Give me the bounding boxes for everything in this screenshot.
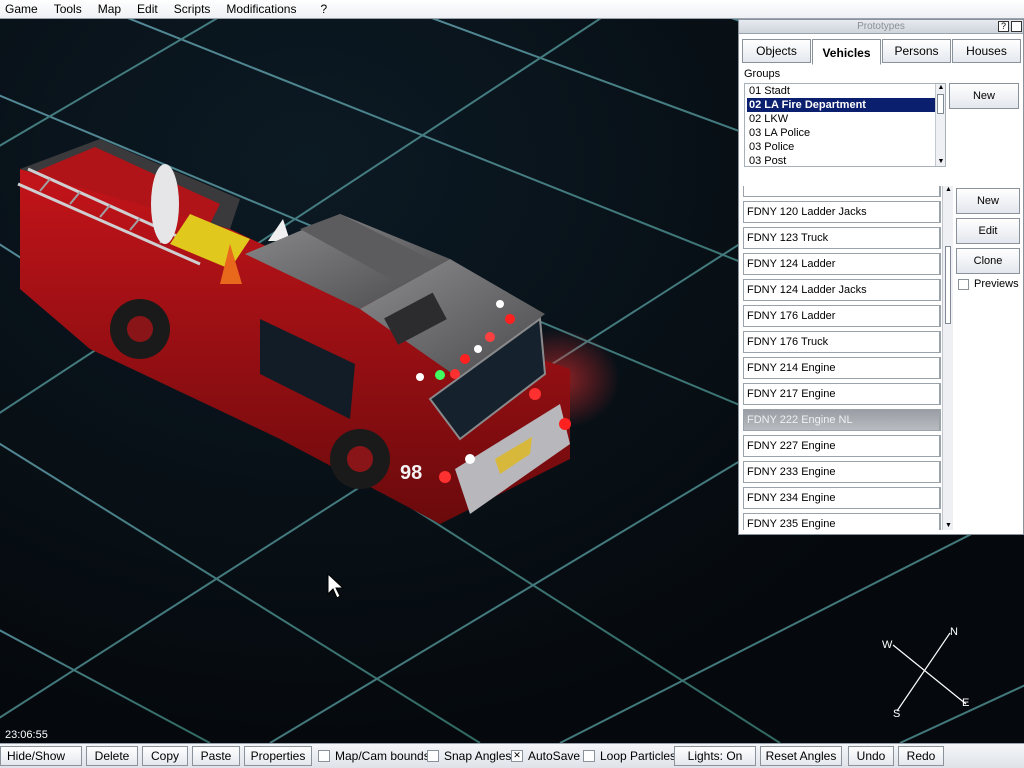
- properties-button[interactable]: Properties: [244, 746, 312, 766]
- close-icon[interactable]: [1011, 21, 1022, 32]
- map-cam-bounds-option[interactable]: Map/Cam bounds: [318, 746, 430, 766]
- list-item[interactable]: FDNY 123 Truck: [743, 227, 941, 249]
- autosave-checkbox[interactable]: ✕: [511, 750, 523, 762]
- new-vehicle-button[interactable]: New: [956, 188, 1020, 214]
- prototypes-panel: Prototypes ? Objects Vehicles Persons Ho…: [738, 19, 1024, 535]
- undo-button[interactable]: Undo: [848, 746, 894, 766]
- menu-help[interactable]: ?: [312, 0, 335, 19]
- menu-modifications[interactable]: Modifications: [218, 0, 304, 19]
- compass-east: E: [962, 697, 970, 709]
- compass-west: W: [882, 639, 893, 651]
- snap-angles-checkbox[interactable]: [427, 750, 439, 762]
- autosave-label: AutoSave: [528, 749, 581, 763]
- delete-button[interactable]: Delete: [86, 746, 138, 766]
- list-item-selected[interactable]: FDNY 222 Engine NL: [743, 409, 941, 431]
- compass-north: N: [950, 626, 958, 638]
- groups-label: Groups: [744, 68, 781, 80]
- menu-game[interactable]: Game: [0, 0, 46, 19]
- menu-bar: Game Tools Map Edit Scripts Modification…: [0, 0, 1024, 19]
- group-item[interactable]: 03 Post: [745, 154, 945, 166]
- reset-angles-button[interactable]: Reset Angles: [760, 746, 842, 766]
- list-item[interactable]: FDNY 227 Engine: [743, 435, 941, 457]
- prototypes-titlebar[interactable]: Prototypes ?: [739, 20, 1023, 34]
- group-item[interactable]: 03 Police: [745, 140, 945, 154]
- tab-objects[interactable]: Objects: [742, 39, 811, 63]
- group-item[interactable]: 01 Stadt: [745, 84, 945, 98]
- list-item[interactable]: FDNY 124 Ladder Jacks: [743, 279, 941, 301]
- list-item[interactable]: FDNY 120 Ladder Jacks: [743, 201, 941, 223]
- scroll-up-icon[interactable]: ▲: [944, 186, 953, 194]
- new-group-button[interactable]: New: [949, 83, 1019, 109]
- list-item[interactable]: FDNY 214 Engine: [743, 357, 941, 379]
- groups-scrollbar[interactable]: ▲ ▼: [935, 84, 945, 166]
- tab-vehicles[interactable]: Vehicles: [812, 39, 881, 65]
- list-item[interactable]: FDNY 235 Engine: [743, 513, 941, 530]
- group-item[interactable]: 02 LKW: [745, 112, 945, 126]
- list-item[interactable]: FDNY 217 Engine: [743, 383, 941, 405]
- menu-scripts[interactable]: Scripts: [166, 0, 219, 19]
- snap-angles-option[interactable]: Snap Angles: [427, 746, 511, 766]
- prototype-tabs: Objects Vehicles Persons Houses: [742, 39, 1022, 65]
- panel-title: Prototypes: [857, 21, 905, 32]
- truck-number: 98: [400, 462, 422, 484]
- list-item[interactable]: FDNY 176 Ladder: [743, 305, 941, 327]
- scroll-down-icon[interactable]: ▼: [937, 158, 945, 166]
- list-item[interactable]: FDNY 233 Engine: [743, 461, 941, 483]
- scroll-up-icon[interactable]: ▲: [937, 84, 945, 92]
- map-cam-bounds-checkbox[interactable]: [318, 750, 330, 762]
- loop-particles-label: Loop Particles: [600, 749, 677, 763]
- snap-angles-label: Snap Angles: [444, 749, 512, 763]
- copy-button[interactable]: Copy: [142, 746, 188, 766]
- scroll-down-icon[interactable]: ▼: [944, 522, 953, 530]
- hide-show-button[interactable]: Hide/Show: [0, 746, 82, 766]
- group-item[interactable]: 03 LA Police: [745, 126, 945, 140]
- clone-vehicle-button[interactable]: Clone: [956, 248, 1020, 274]
- bottom-toolbar: Hide/Show Delete Copy Paste Properties M…: [0, 743, 1024, 768]
- lights-toggle-button[interactable]: Lights: On: [674, 746, 756, 766]
- map-cam-bounds-label: Map/Cam bounds: [335, 749, 430, 763]
- vehicle-list-scrollbar[interactable]: ▲ ▼: [942, 186, 953, 530]
- loop-particles-checkbox[interactable]: [583, 750, 595, 762]
- paste-button[interactable]: Paste: [192, 746, 240, 766]
- compass-south: S: [893, 708, 901, 720]
- groups-list[interactable]: 01 Stadt 02 LA Fire Department 02 LKW 03…: [744, 83, 946, 167]
- redo-button[interactable]: Redo: [898, 746, 944, 766]
- menu-tools[interactable]: Tools: [46, 0, 90, 19]
- vehicle-prototype-list[interactable]: FDNY 120 Ladder Jacks FDNY 123 Truck FDN…: [743, 186, 953, 530]
- previews-checkbox[interactable]: [958, 278, 969, 290]
- group-item-selected[interactable]: 02 LA Fire Department: [747, 98, 935, 112]
- previews-label: Previews: [974, 278, 1019, 290]
- scroll-thumb[interactable]: [937, 94, 944, 114]
- previews-option[interactable]: Previews: [958, 278, 1019, 290]
- list-item[interactable]: [743, 186, 941, 197]
- loop-particles-option[interactable]: Loop Particles: [583, 746, 676, 766]
- list-item[interactable]: FDNY 234 Engine: [743, 487, 941, 509]
- list-item[interactable]: FDNY 176 Truck: [743, 331, 941, 353]
- mouse-cursor: [327, 572, 345, 599]
- compass: [892, 632, 967, 712]
- list-item[interactable]: FDNY 124 Ladder: [743, 253, 941, 275]
- help-button[interactable]: ?: [998, 21, 1009, 32]
- game-clock: 23:06:55: [5, 729, 48, 741]
- scroll-thumb[interactable]: [945, 246, 951, 324]
- tab-houses[interactable]: Houses: [952, 39, 1021, 63]
- tab-persons[interactable]: Persons: [882, 39, 951, 63]
- menu-edit[interactable]: Edit: [129, 0, 166, 19]
- autosave-option[interactable]: ✕ AutoSave: [511, 746, 580, 766]
- edit-vehicle-button[interactable]: Edit: [956, 218, 1020, 244]
- fire-truck-model: 98: [17, 139, 571, 524]
- menu-map[interactable]: Map: [90, 0, 129, 19]
